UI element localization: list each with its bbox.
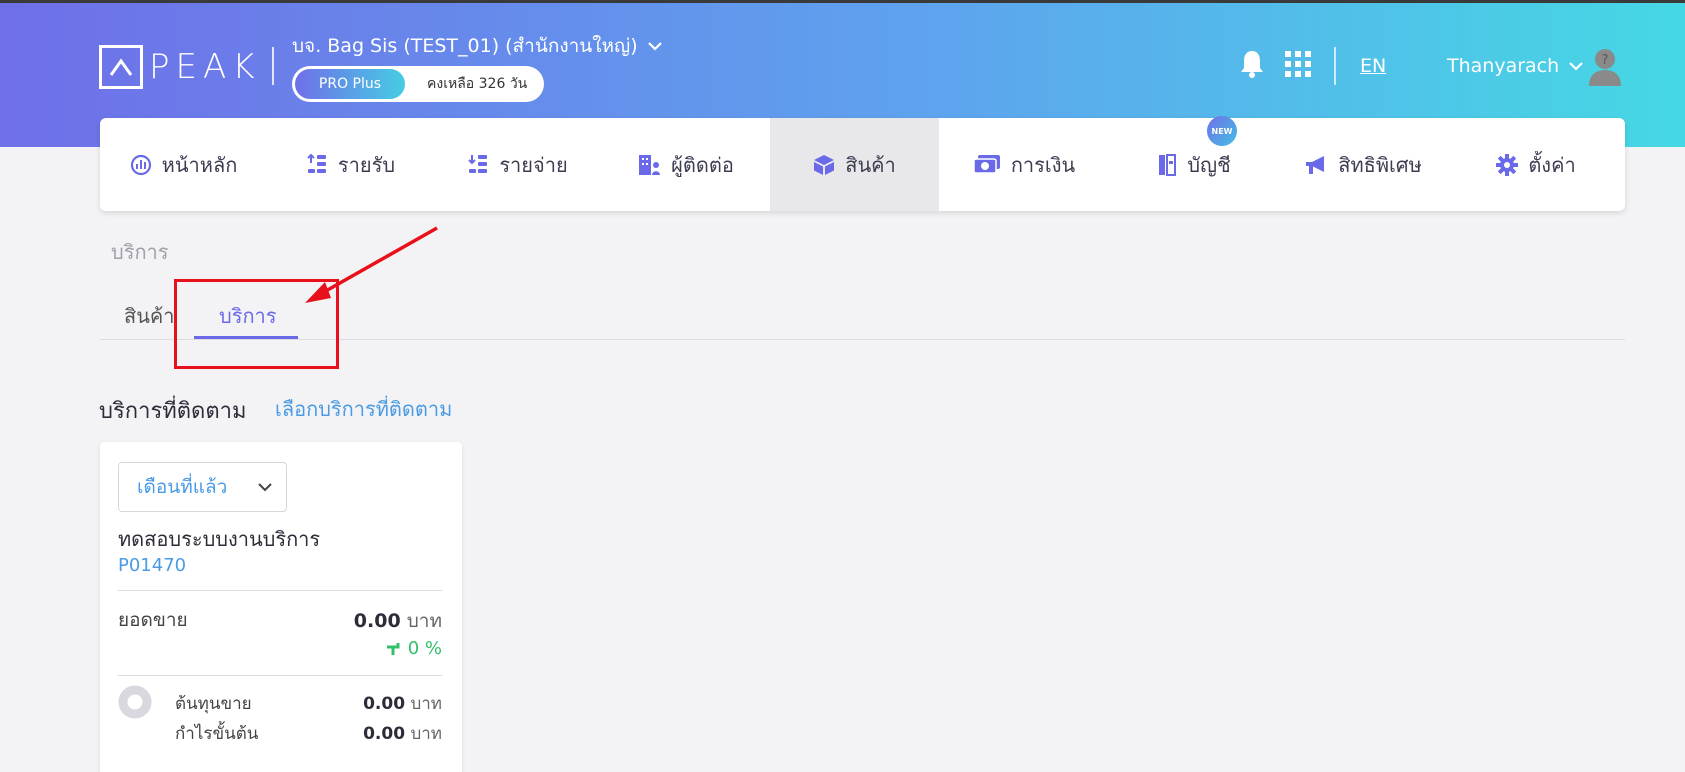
peak-logo[interactable]: PEAK <box>99 45 261 89</box>
nav-item-contacts[interactable]: ผู้ติดต่อ <box>601 118 770 211</box>
currency-unit: บาท <box>410 724 442 744</box>
service-card: เดือนที่แล้ว ทดสอบระบบงานบริการ P01470 ย… <box>100 442 462 772</box>
nav-label: ตั้งค่า <box>1528 152 1576 177</box>
logo-text: PEAK <box>149 47 261 87</box>
expense-icon <box>468 154 488 173</box>
sales-value: 0.00 บาท <box>354 606 442 636</box>
card-divider <box>118 590 442 591</box>
megaphone-icon <box>1306 155 1325 174</box>
select-followed-services-link[interactable]: เลือกบริการที่ติดตาม <box>275 393 452 425</box>
cost-label: ต้นทุนขาย <box>175 694 252 714</box>
user-menu[interactable]: Thanyarach <box>1447 55 1583 77</box>
apps-grid-icon[interactable] <box>1285 51 1311 77</box>
nav-item-expense[interactable]: รายจ่าย <box>434 118 601 211</box>
ledger-icon <box>1159 153 1177 176</box>
income-icon <box>307 153 326 173</box>
nav-label: บัญชี <box>1187 152 1231 177</box>
profit-value: 0.00 บาท <box>363 720 442 747</box>
service-code-link[interactable]: P01470 <box>118 555 186 576</box>
new-badge: NEW <box>1207 116 1237 146</box>
nav-label: ผู้ติดต่อ <box>671 152 734 177</box>
nav-label: สิทธิพิเศษ <box>1338 152 1422 177</box>
chevron-down-icon <box>1569 62 1583 71</box>
company-selector[interactable]: บจ. Bag Sis (TEST_01) (สำนักงานใหญ่) <box>292 31 662 61</box>
nav-label: สินค้า <box>845 152 896 177</box>
trend-flat-icon <box>386 642 400 655</box>
chevron-down-icon <box>258 483 272 492</box>
logo-mark <box>99 45 143 89</box>
svg-text:?: ? <box>1602 53 1609 68</box>
breadcrumb: บริการ <box>111 240 169 264</box>
contacts-icon <box>639 154 661 175</box>
nav-item-products[interactable]: สินค้า <box>770 118 939 211</box>
period-dropdown[interactable]: เดือนที่แล้ว <box>118 462 287 512</box>
nav-item-privileges[interactable]: สิทธิพิเศษ <box>1279 118 1447 211</box>
user-avatar-icon[interactable]: ? <box>1587 46 1623 86</box>
plan-badge[interactable]: PRO Plus คงเหลือ 326 วัน <box>292 66 544 102</box>
tab-products[interactable]: สินค้า <box>124 300 175 332</box>
plan-name: PRO Plus <box>295 69 405 99</box>
sales-growth: 0 % <box>386 638 442 659</box>
profit-amount: 0.00 <box>363 724 406 744</box>
sales-amount: 0.00 <box>353 610 401 632</box>
nav-item-home[interactable]: หน้าหลัก <box>100 118 267 211</box>
donut-chart-icon <box>118 685 152 719</box>
profit-label: กำไรขั้นต้น <box>175 724 259 744</box>
box-icon <box>814 154 835 175</box>
main-nav: หน้าหลัก รายรับ รายจ่าย ผู้ติดต่อ สินค้า… <box>100 116 1625 211</box>
card-divider <box>118 675 442 676</box>
nav-label: รายจ่าย <box>499 152 568 177</box>
nav-item-finance[interactable]: การเงิน <box>939 118 1109 211</box>
chevron-down-icon <box>647 42 662 51</box>
section-title: บริการที่ติดตาม <box>99 399 247 424</box>
cost-value: 0.00 บาท <box>363 690 442 717</box>
nav-label: รายรับ <box>337 152 396 177</box>
growth-value: 0 % <box>407 638 442 659</box>
dashboard-icon <box>130 154 151 175</box>
header-divider-right <box>1334 47 1336 85</box>
currency-unit: บาท <box>406 610 442 632</box>
period-value: เดือนที่แล้ว <box>137 476 228 498</box>
sales-label: ยอดขาย <box>118 609 188 631</box>
money-icon <box>973 154 1000 174</box>
nav-label: หน้าหลัก <box>161 152 238 177</box>
annotation-arrow <box>305 226 438 303</box>
language-switch[interactable]: EN <box>1360 55 1386 77</box>
plan-days-remaining: คงเหลือ 326 วัน <box>427 76 528 92</box>
username: Thanyarach <box>1447 55 1560 77</box>
gear-icon <box>1496 153 1519 176</box>
service-name: ทดสอบระบบงานบริการ <box>118 527 321 551</box>
nav-item-income[interactable]: รายรับ <box>267 118 434 211</box>
nav-label: การเงิน <box>1010 152 1076 177</box>
company-name: บจ. Bag Sis (TEST_01) (สำนักงานใหญ่) <box>292 35 638 57</box>
nav-item-settings[interactable]: ตั้งค่า <box>1447 118 1625 211</box>
header-divider <box>272 47 274 85</box>
currency-unit: บาท <box>410 694 442 714</box>
cost-amount: 0.00 <box>363 694 406 714</box>
bell-icon[interactable] <box>1239 49 1265 79</box>
nav-item-accounting[interactable]: บัญชี NEW <box>1109 116 1279 211</box>
